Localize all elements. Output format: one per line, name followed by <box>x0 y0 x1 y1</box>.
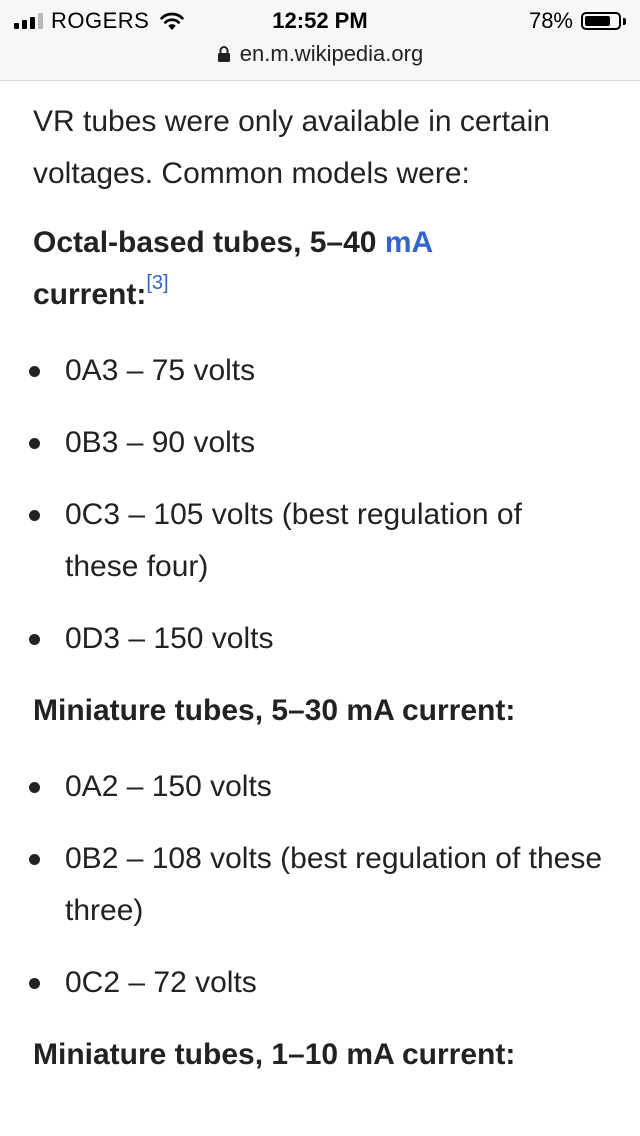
heading-text: Octal-based tubes, 5–40 <box>33 226 385 259</box>
ma-link[interactable]: mA <box>385 226 433 259</box>
address-bar[interactable]: en.m.wikipedia.org <box>0 40 640 68</box>
list-item: 0B2 – 108 volts (best regulation of thes… <box>29 833 603 937</box>
lock-icon <box>217 46 230 62</box>
status-bar: ROGERS 12:52 PM 78% en.m.wikipedia.org <box>0 0 640 81</box>
battery-cap <box>623 17 626 25</box>
octal-tube-list: 0A3 – 75 volts 0B3 – 90 volts 0C3 – 105 … <box>29 345 603 665</box>
list-item: 0A2 – 150 volts <box>29 761 603 813</box>
article-content: VR tubes were only available in certain … <box>29 96 603 1105</box>
section-heading-miniature-1-10: Miniature tubes, 1–10 mA current: <box>33 1038 516 1071</box>
list-item: 0C2 – 72 volts <box>29 957 603 1009</box>
section-heading-octal: Octal-based tubes, 5–40 mA current:[3] <box>33 217 603 321</box>
battery-fill <box>585 16 610 26</box>
reference-superscript: [3] <box>146 272 168 294</box>
list-item: 0D3 – 150 volts <box>29 613 603 665</box>
battery-group: 78% <box>529 8 626 34</box>
intro-paragraph: VR tubes were only available in certain … <box>33 105 550 190</box>
battery-icon <box>581 12 621 30</box>
miniature-tube-list: 0A2 – 150 volts 0B2 – 108 volts (best re… <box>29 761 603 1009</box>
section-heading-miniature-5-30: Miniature tubes, 5–30 mA current: <box>33 694 516 727</box>
heading-suffix: current: <box>33 278 147 311</box>
list-item: 0C3 – 105 volts (best regulation of thes… <box>29 489 603 593</box>
battery-percent: 78% <box>528 8 573 33</box>
url-text[interactable]: en.m.wikipedia.org <box>240 41 423 67</box>
list-item: 0A3 – 75 volts <box>29 345 603 397</box>
reference-link[interactable]: [3] <box>146 272 168 294</box>
list-item: 0B3 – 90 volts <box>29 417 603 469</box>
